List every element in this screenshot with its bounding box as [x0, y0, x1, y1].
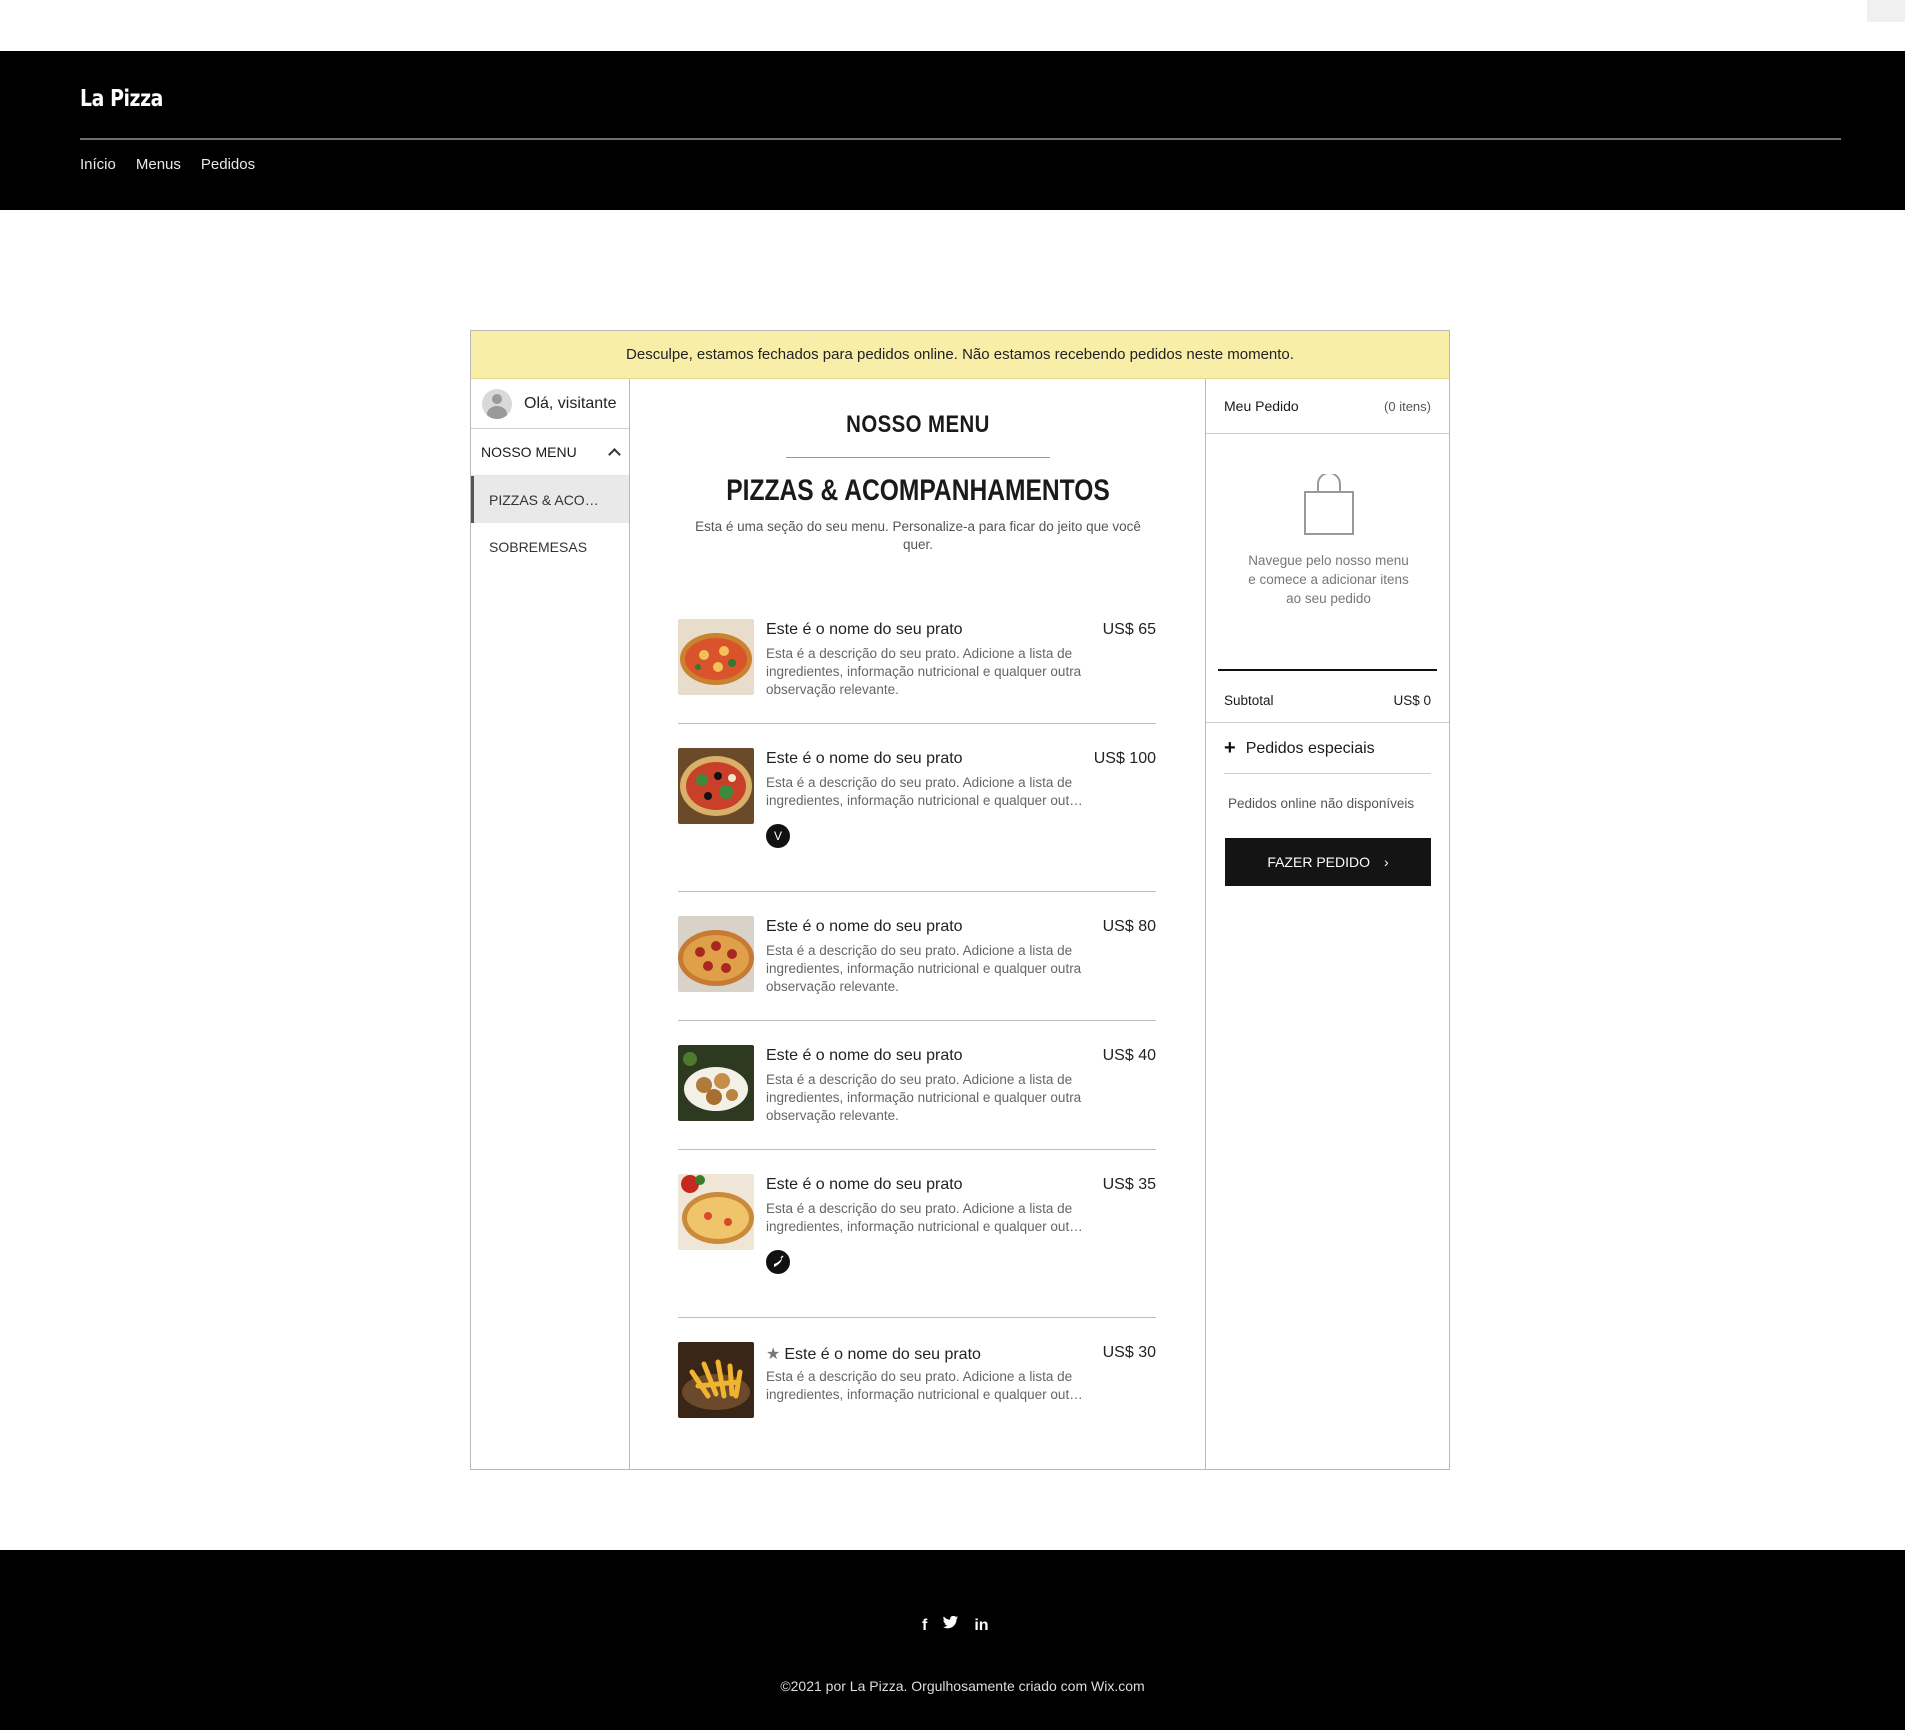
greeting-text: Olá, visitante — [524, 394, 617, 412]
dish-price: US$ 80 — [1102, 918, 1156, 935]
dish-price: US$ 35 — [1102, 1176, 1156, 1193]
closed-notice: Desculpe, estamos fechados para pedidos … — [471, 331, 1449, 379]
menu-toggle-label: NOSSO MENU — [481, 444, 577, 460]
category-label: SOBREMESAS — [489, 538, 588, 555]
dish-price: US$ 40 — [1102, 1047, 1156, 1064]
empty-cart-text: Navegue pelo nosso menu e comece a adici… — [1248, 553, 1409, 606]
corner-widget — [1867, 0, 1905, 22]
social-bar: f in — [922, 1615, 989, 1635]
dish-description: Esta é a descrição do seu prato. Adicion… — [766, 1201, 1082, 1234]
vegetarian-icon: V — [766, 824, 790, 848]
section-title: PIZZAS & ACOMPANHAMENTOS — [726, 474, 1110, 507]
dish-description: Esta é a descrição do seu prato. Adicion… — [766, 646, 1082, 697]
dish-price: US$ 100 — [1093, 750, 1156, 767]
twitter-icon[interactable] — [942, 1615, 959, 1635]
dish-image — [678, 1174, 754, 1250]
site-footer: f in ©2021 por La Pizza. Orgulhosamente … — [0, 1550, 1905, 1730]
menu-sidebar: Olá, visitante NOSSO MENU PIZZAS & ACOMP… — [471, 379, 630, 1469]
title-divider — [786, 457, 1050, 458]
category-label: PIZZAS & ACOMPANHAMENTOS — [489, 491, 601, 508]
ordering-widget: Desculpe, estamos fechados para pedidos … — [470, 330, 1450, 1470]
dish-item[interactable]: ★ Este é o nome do seu prato US$ 30 Esta … — [678, 1342, 1156, 1422]
menu-toggle[interactable]: NOSSO MENU — [471, 429, 629, 476]
dish-divider — [678, 723, 1156, 724]
main-nav: Início Menus Pedidos — [80, 156, 255, 173]
shopping-bag-icon — [1302, 472, 1356, 541]
dish-description: Esta é a descrição do seu prato. Adicion… — [766, 775, 1082, 808]
facebook-icon[interactable]: f — [922, 1617, 927, 1635]
subtotal-label: Subtotal — [1224, 693, 1274, 708]
dish-price: US$ 65 — [1102, 621, 1156, 638]
dish-item[interactable]: Este é o nome do seu prato US$ 100 Esta … — [678, 748, 1156, 868]
site-header: La Pizza Início Menus Pedidos — [0, 51, 1905, 210]
dish-description: Esta é a descrição do seu prato. Adicion… — [766, 1369, 1082, 1402]
subtotal-row: Subtotal US$ 0 — [1206, 679, 1449, 723]
nav-inicio[interactable]: Início — [80, 156, 116, 173]
cart-panel: Meu Pedido (0 itens) Navegue pelo nosso … — [1206, 379, 1449, 1469]
chevron-up-icon — [608, 448, 621, 461]
dish-divider — [678, 891, 1156, 892]
special-requests-label: Pedidos especiais — [1245, 739, 1375, 757]
dish-item[interactable]: Este é o nome do seu prato US$ 40 Esta é… — [678, 1045, 1156, 1125]
unavailable-text: Pedidos online não disponíveis — [1228, 796, 1415, 811]
cart-count: (0 itens) — [1384, 398, 1431, 414]
dish-image — [678, 1045, 754, 1121]
nav-menus[interactable]: Menus — [136, 156, 181, 173]
dish-item[interactable]: Este é o nome do seu prato US$ 65 Esta é… — [678, 619, 1156, 699]
avatar — [482, 388, 512, 419]
spicy-icon — [766, 1250, 790, 1274]
plus-icon: + — [1224, 737, 1236, 759]
cart-header: Meu Pedido (0 itens) — [1206, 379, 1449, 434]
section-description: Esta é uma seção do seu menu. Personaliz… — [695, 519, 1141, 552]
dish-item[interactable]: Este é o nome do seu prato US$ 35 Esta é… — [678, 1174, 1156, 1294]
chevron-right-icon: › — [1384, 854, 1389, 870]
dish-image — [678, 916, 754, 992]
dish-image — [678, 619, 754, 695]
nav-pedidos[interactable]: Pedidos — [201, 156, 255, 173]
dish-name-text: Este é o nome do seu prato — [784, 1346, 981, 1363]
cart-divider — [1218, 669, 1437, 671]
order-button-label: FAZER PEDIDO — [1267, 854, 1370, 870]
dish-price: US$ 30 — [1102, 1344, 1156, 1361]
special-requests-toggle[interactable]: + Pedidos especiais — [1224, 724, 1431, 774]
dish-image — [678, 1342, 754, 1418]
dish-item[interactable]: Este é o nome do seu prato US$ 80 Esta é… — [678, 916, 1156, 996]
menu-content: NOSSO MENU PIZZAS & ACOMPANHAMENTOS Esta… — [630, 379, 1206, 1469]
cart-title: Meu Pedido — [1224, 398, 1299, 414]
dish-description: Esta é a descrição do seu prato. Adicion… — [766, 1072, 1082, 1123]
dish-divider — [678, 1020, 1156, 1021]
dish-name: Este é o nome do seu prato — [766, 750, 963, 767]
visitor-greeting[interactable]: Olá, visitante — [471, 379, 629, 429]
dish-divider — [678, 1149, 1156, 1150]
subtotal-value: US$ 0 — [1393, 693, 1431, 708]
place-order-button[interactable]: FAZER PEDIDO › — [1225, 838, 1431, 886]
dish-description: Esta é a descrição do seu prato. Adicion… — [766, 943, 1082, 994]
dish-name: Este é o nome do seu prato — [766, 918, 963, 935]
header-divider — [80, 138, 1841, 140]
dish-divider — [678, 1317, 1156, 1318]
dish-name: ★ Este é o nome do seu prato — [766, 1344, 981, 1364]
copyright-text: ©2021 por La Pizza. Orgulhosamente criad… — [780, 1678, 1145, 1694]
site-title[interactable]: La Pizza — [80, 86, 163, 112]
dish-name: Este é o nome do seu prato — [766, 1176, 963, 1193]
dish-name: Este é o nome do seu prato — [766, 621, 963, 638]
linkedin-icon[interactable]: in — [974, 1617, 988, 1635]
menu-title: NOSSO MENU — [846, 411, 990, 438]
dish-name: Este é o nome do seu prato — [766, 1047, 963, 1064]
category-pizzas[interactable]: PIZZAS & ACOMPANHAMENTOS — [471, 476, 629, 523]
featured-star-icon: ★ — [766, 1346, 781, 1363]
category-sobremesas[interactable]: SOBREMESAS — [471, 523, 629, 570]
dish-image — [678, 748, 754, 824]
